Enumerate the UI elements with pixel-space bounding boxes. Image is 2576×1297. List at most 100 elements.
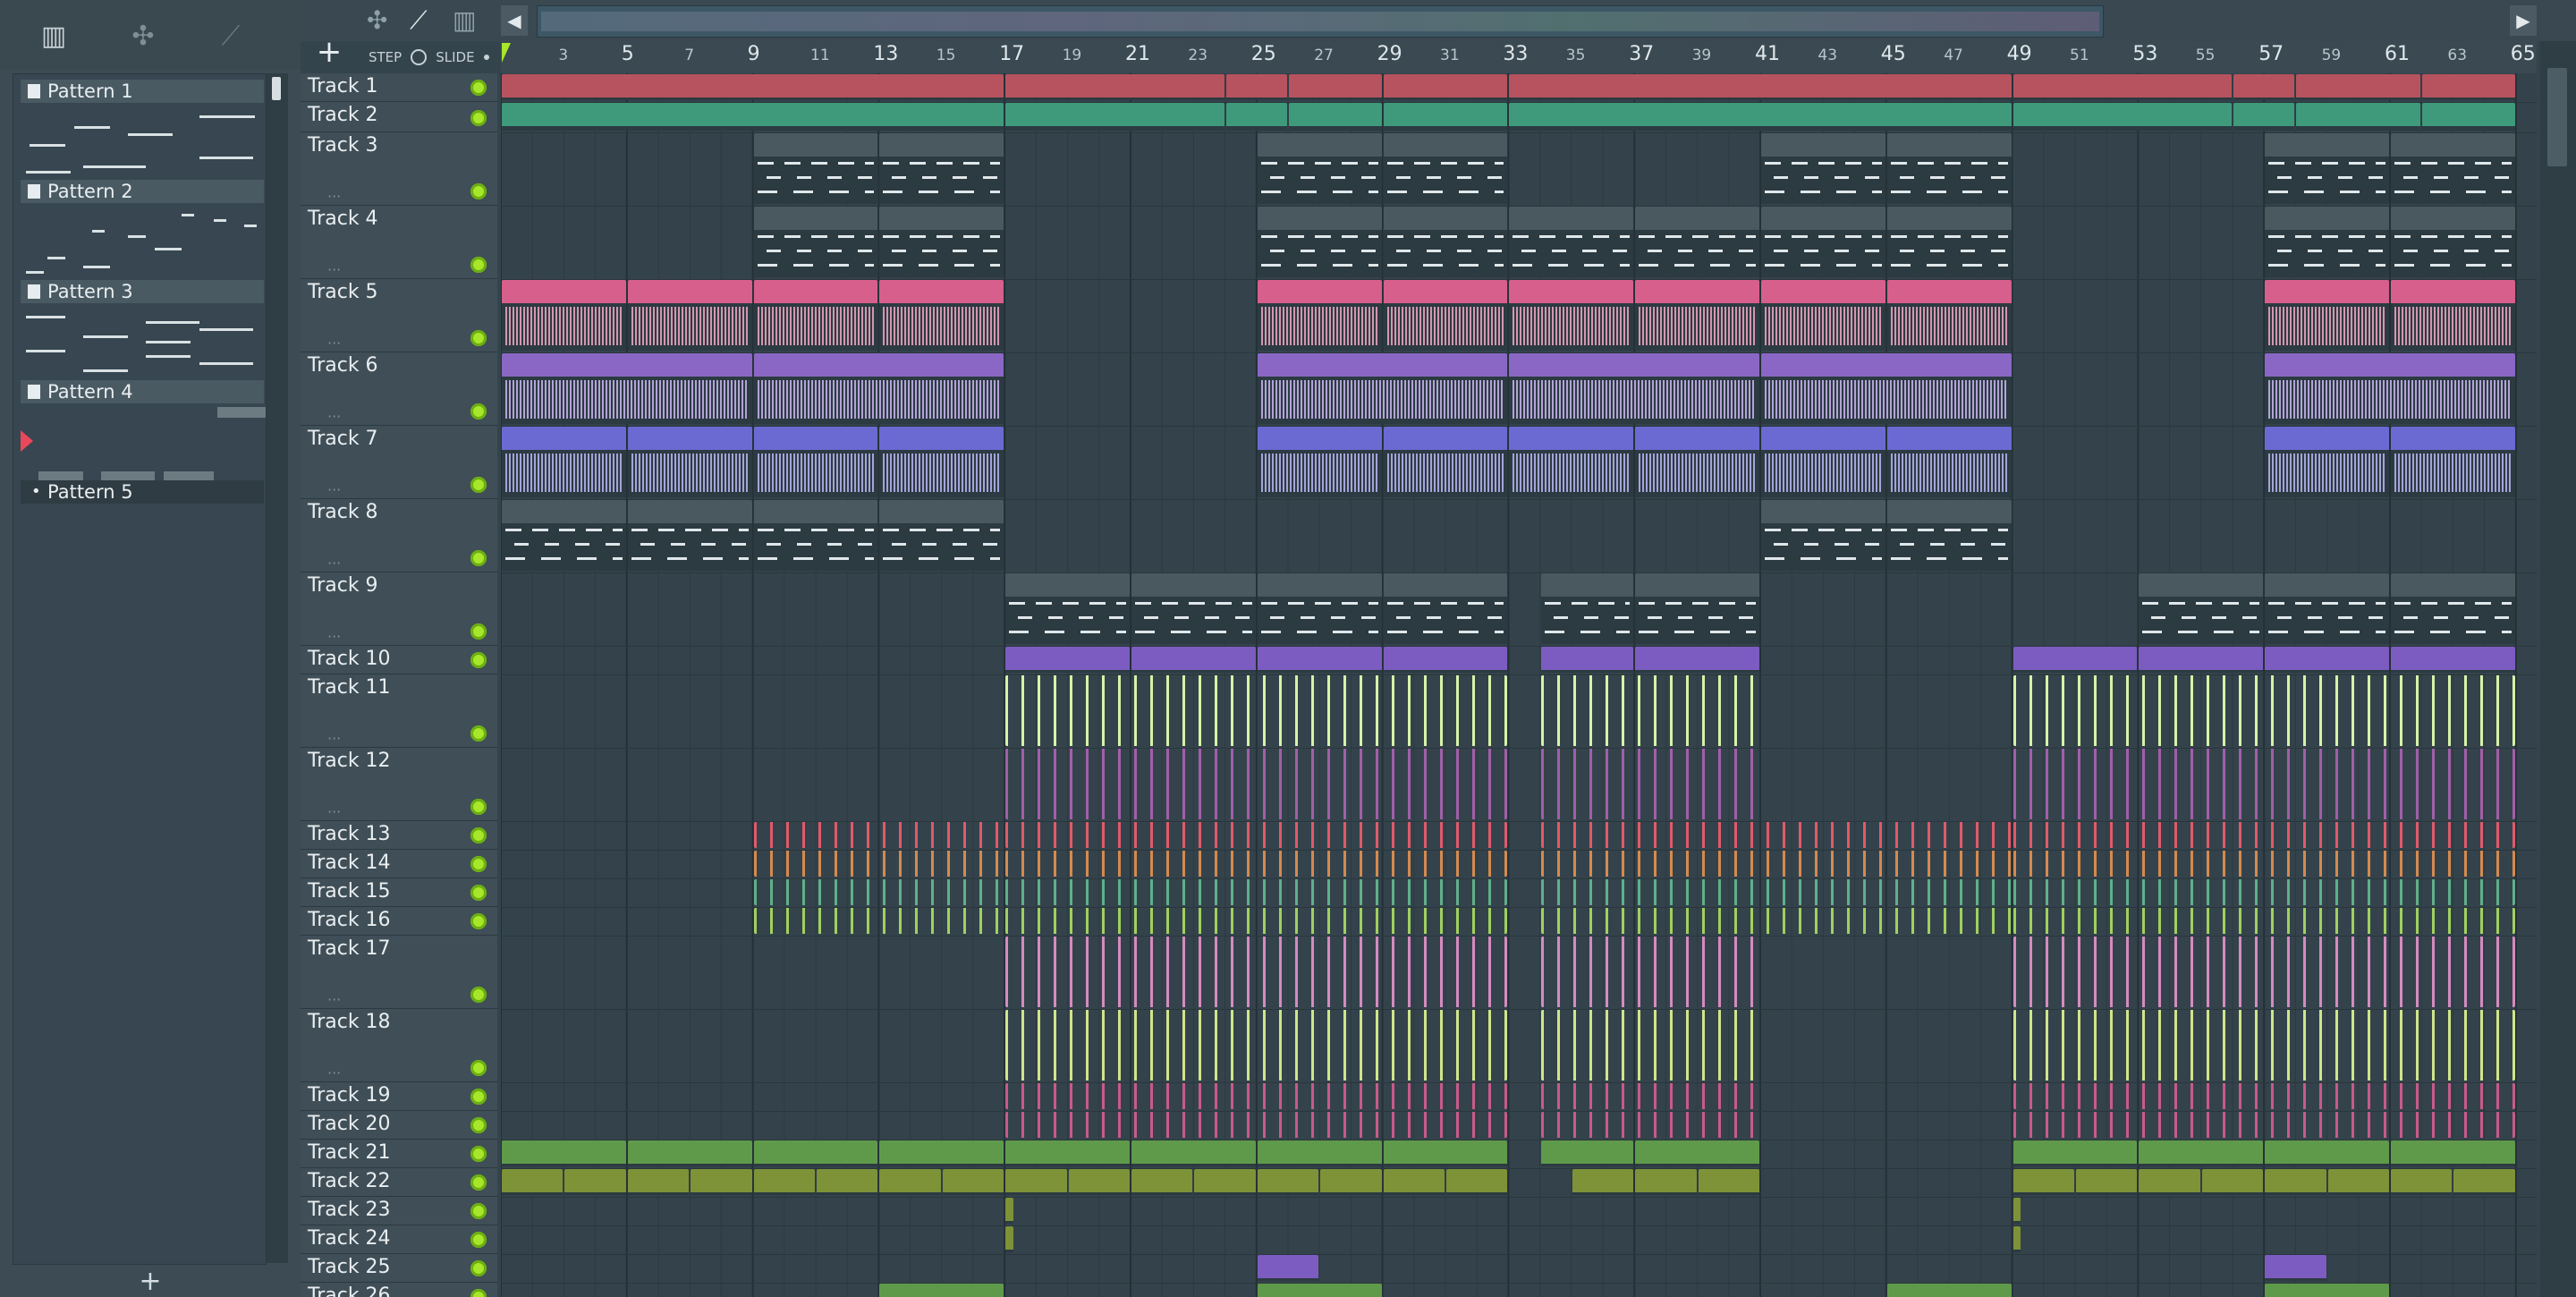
playlist-clip[interactable]: Pattern 1: [627, 500, 752, 571]
add-pattern-button[interactable]: +: [13, 1265, 288, 1297]
track-options-icon[interactable]: ···: [327, 408, 341, 425]
playlist-clip[interactable]: ⟼ Ultra_Futu..._Lead_DRY: [1005, 74, 1224, 100]
playlist-clip[interactable]: ⟼ SLCTD..BPM: [502, 280, 626, 351]
playlist-clip[interactable]: ⟼ SLCTD..BPM: [1509, 280, 1634, 351]
audio-clip[interactable]: [2012, 1083, 2515, 1109]
track-mute-led[interactable]: [470, 652, 487, 668]
track-mute-led[interactable]: [470, 110, 487, 126]
track-mute-led[interactable]: [470, 1089, 487, 1105]
playlist-clip[interactable]: ⟼ MAGN..min): [1886, 427, 2012, 497]
track-mute-led[interactable]: [470, 1117, 487, 1133]
track-mute-led[interactable]: [470, 257, 487, 273]
playlist-clip[interactable]: [1383, 103, 1508, 131]
playlist-vertical-scrollbar[interactable]: [2540, 41, 2576, 1297]
track-options-icon[interactable]: ···: [327, 188, 341, 205]
playlist-clip[interactable]: ⟼ SLCTD..BPM: [1886, 280, 2012, 351]
playlist-clip[interactable]: ⟼ Ul..RY: [1225, 103, 1287, 131]
audio-clip[interactable]: [2012, 908, 2515, 934]
playlist-clip[interactable]: ⟼ SLCT..2BPM: [1383, 1140, 1508, 1166]
playlist-clip[interactable]: ☍ Seru..acro 1: [2391, 647, 2515, 673]
playlist-clip[interactable]: ⟼ Ul..RY: [1225, 74, 1287, 100]
track-mute-led[interactable]: [470, 623, 487, 640]
playlist-clip[interactable]: ⟼ SLCT..2BPM: [1131, 1140, 1256, 1166]
playlist-clip[interactable]: Pattern 4: [2391, 133, 2515, 204]
playlist-clip[interactable]: ⟼ E..6: [627, 1169, 690, 1195]
audio-clip[interactable]: [1540, 822, 2012, 848]
track-header[interactable]: Track 19: [301, 1082, 497, 1111]
track-header[interactable]: Track 18 ···: [301, 1009, 497, 1082]
playlist-clip[interactable]: Pat..rn 2: [1540, 573, 1634, 644]
track-lane[interactable]: [501, 1283, 2537, 1297]
song-overview-scroller[interactable]: [537, 5, 2104, 38]
playlist-clip[interactable]: ⟼ E..6: [2265, 1169, 2326, 1195]
audio-clip[interactable]: [1005, 937, 1508, 1007]
playlist-clip[interactable]: [2422, 103, 2515, 131]
playlist-clip[interactable]: ⟼ MAGN..min): [2391, 427, 2515, 497]
playlist-clip[interactable]: Pattern 1: [879, 500, 1004, 571]
track-options-icon[interactable]: ···: [327, 261, 341, 278]
playlist-clip[interactable]: ☍ Seru..acro 1: [2265, 647, 2389, 673]
track-mute-led[interactable]: [470, 330, 487, 346]
automation-clip[interactable]: [1540, 675, 1759, 746]
playlist-clip[interactable]: ☍ Seru..acro 1: [1635, 647, 1759, 673]
scroll-right-button[interactable]: ▶: [2510, 5, 2537, 36]
track-options-icon[interactable]: ···: [327, 555, 341, 572]
audio-clip[interactable]: [1005, 1112, 1508, 1138]
playlist-clip[interactable]: Pattern 2: [1005, 573, 1130, 644]
pattern-item[interactable]: Pattern 4: [21, 380, 266, 480]
playlist-clip[interactable]: ⟼ SLCTD..BPM: [1257, 280, 1382, 351]
playlist-clip[interactable]: Pattern 4: [1761, 133, 1885, 204]
playlist-clip[interactable]: ⟼ Ultra_Future_Bass_Vocals_5_03_104_BPM_…: [1509, 74, 2012, 100]
playlist-clip[interactable]: ⟼ E..6: [1635, 1169, 1697, 1195]
automation-clip[interactable]: [2012, 675, 2515, 746]
track-mute-led[interactable]: [470, 885, 487, 901]
audio-clip[interactable]: [2012, 937, 2515, 1007]
playlist-clip[interactable]: ⟼ E..6: [2012, 1169, 2074, 1195]
automation-clip[interactable]: [1005, 675, 1508, 746]
playlist-clip[interactable]: [1383, 74, 1508, 100]
playlist-clip[interactable]: ⟼ Ultra_Future_Bass_Vocals..._104_BPM_Eb…: [502, 103, 1004, 131]
playlist-clip[interactable]: ⟼ SLCTD..2BPM: [753, 1140, 878, 1166]
playhead-marker-icon[interactable]: [502, 43, 511, 63]
playlist-clip[interactable]: ⟼ Big_Z..ter_5: [2265, 1284, 2389, 1297]
playlist-clip[interactable]: Pattern 2: [2265, 573, 2389, 644]
playlist-clip[interactable]: ☍ Seru..acro 1: [1005, 647, 1130, 673]
playlist-clip[interactable]: Pattern 3: [1257, 207, 1382, 277]
playlist-clip[interactable]: ⟼ E..6: [2201, 1169, 2264, 1195]
audio-clip[interactable]: [753, 879, 1004, 905]
audio-clip[interactable]: [1005, 1010, 1508, 1081]
playlist-clip[interactable]: ⟼ E..6: [879, 1169, 941, 1195]
audio-clip[interactable]: [1540, 1112, 1759, 1138]
track-mute-led[interactable]: [470, 1174, 487, 1191]
audio-clip[interactable]: [753, 822, 1004, 848]
playlist-clip[interactable]: ⟼ MAGN..min): [1761, 427, 1885, 497]
track-header[interactable]: Track 1: [301, 73, 497, 102]
playlist-clip[interactable]: ⟼ E..6: [502, 1169, 564, 1195]
track-options-icon[interactable]: ···: [327, 730, 341, 747]
playlist-clip[interactable]: Pattern 3: [753, 207, 878, 277]
playlist-clip[interactable]: ⟼ Big_Z..ter_5: [1257, 1284, 1382, 1297]
playlist-clip[interactable]: ⟼ Ultra_Future_Bass_Vocals_..3_104_BPM_E…: [1509, 103, 2012, 131]
track-header[interactable]: Track 5 ···: [301, 279, 497, 352]
playlist-clip[interactable]: ⟼ SLCTD Atmosp..Cmin 124BPM: [1509, 353, 1759, 424]
playlist-clip[interactable]: ⟼ E..6: [1572, 1169, 1634, 1195]
audio-clip[interactable]: [1005, 749, 1508, 819]
track-header[interactable]: Track 13: [301, 821, 497, 850]
playlist-clip[interactable]: Pattern 2: [1131, 573, 1256, 644]
playlist-clip[interactable]: ⟼ SLC..PM: [1540, 1140, 1634, 1166]
track-mute-led[interactable]: [470, 1203, 487, 1219]
track-options-icon[interactable]: ···: [327, 628, 341, 645]
playlist-clip[interactable]: ⟼ SLCTD..BPM: [2265, 280, 2389, 351]
track-mute-led[interactable]: [470, 1146, 487, 1162]
playlist-clip[interactable]: ⟼ MAGN..min): [1509, 427, 1634, 497]
playlist-clip[interactable]: ☍ Seru..acro 1: [1383, 647, 1508, 673]
track-lane[interactable]: [501, 1197, 2537, 1226]
track-options-icon[interactable]: ···: [327, 335, 341, 352]
playlist-clip[interactable]: Pattern 2: [1635, 573, 1759, 644]
track-mute-led[interactable]: [470, 987, 487, 1003]
track-options-icon[interactable]: ···: [327, 1064, 341, 1081]
playlist-clip[interactable]: ⟼ E..6: [2327, 1169, 2389, 1195]
playlist-clip[interactable]: ⟼ SLCTD..BPM: [1761, 280, 1885, 351]
audio-clip[interactable]: [2012, 822, 2515, 848]
audio-clip[interactable]: [1540, 879, 2012, 905]
